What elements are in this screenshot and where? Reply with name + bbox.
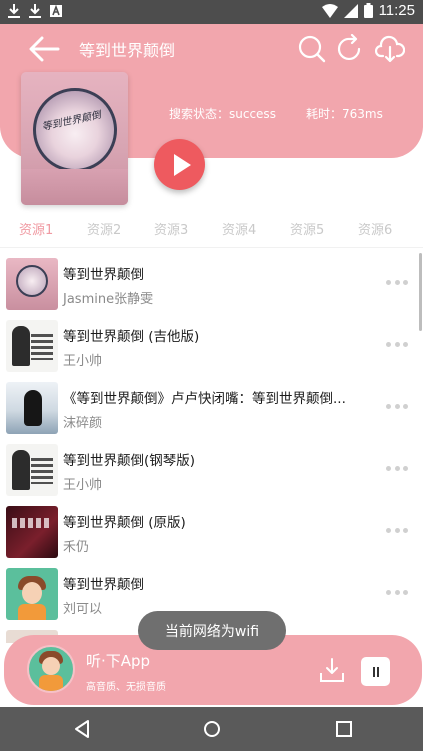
list-item[interactable]: 等到世界颠倒 (原版) 禾仍 [0, 501, 423, 563]
wifi-icon [321, 3, 338, 18]
battery-icon [363, 3, 373, 18]
back-nav-icon[interactable] [70, 717, 94, 741]
more-options-icon[interactable] [386, 404, 408, 410]
pause-button[interactable] [361, 657, 390, 686]
status-bar: 11:25 [0, 0, 423, 24]
song-title: 等到世界颠倒 (原版) [63, 515, 186, 531]
scrollbar[interactable] [419, 253, 422, 331]
tab-source-2[interactable]: 资源2 [87, 219, 121, 238]
play-button[interactable] [154, 139, 205, 190]
navigation-bar [0, 707, 423, 751]
song-title: 等到世界颠倒 (吉他版) [63, 329, 200, 345]
song-thumbnail [6, 382, 58, 434]
refresh-icon[interactable] [335, 34, 365, 64]
more-options-icon[interactable] [386, 590, 408, 596]
download-icon [29, 4, 41, 18]
more-options-icon[interactable] [386, 280, 408, 286]
search-status: 搜索状态：success [169, 107, 276, 121]
tab-source-1[interactable]: 资源1 [19, 219, 53, 238]
song-artist: 王小帅 [63, 478, 103, 493]
album-cover: 等到世界颠倒 [21, 72, 128, 205]
now-playing-avatar [27, 645, 75, 693]
list-item[interactable]: 等到世界颠倒(钢琴版) 王小帅 [0, 439, 423, 501]
song-thumbnail [6, 258, 58, 310]
pause-icon-bar [377, 667, 379, 677]
play-icon [174, 154, 191, 176]
song-thumbnail [6, 320, 58, 372]
back-arrow-icon[interactable] [28, 36, 60, 62]
list-item[interactable]: 等到世界颠倒 (吉他版) 王小帅 [0, 315, 423, 377]
tab-source-3[interactable]: 资源3 [154, 219, 188, 238]
song-title: 等到世界颠倒 [63, 267, 144, 283]
song-artist: 禾仍 [63, 540, 90, 555]
more-options-icon[interactable] [386, 342, 408, 348]
cover-band [21, 169, 128, 205]
toast-message: 当前网络为wifi [138, 611, 286, 650]
song-title: 等到世界颠倒 [63, 577, 144, 593]
page-title: 等到世界颠倒 [79, 41, 176, 60]
more-options-icon[interactable] [386, 528, 408, 534]
song-artist: 刘可以 [63, 602, 103, 617]
divider [0, 247, 423, 248]
song-thumbnail [6, 568, 58, 620]
download-icon [8, 4, 20, 18]
home-nav-icon[interactable] [200, 717, 224, 741]
pause-icon [373, 667, 375, 677]
cloud-download-icon[interactable] [375, 34, 405, 64]
tab-source-5[interactable]: 资源5 [290, 219, 324, 238]
song-artist: 王小帅 [63, 354, 103, 369]
song-list[interactable]: 等到世界颠倒 Jasmine张静雯 等到世界颠倒 (吉他版) 王小帅 《等到世界… [0, 253, 423, 643]
list-item[interactable]: 等到世界颠倒 Jasmine张静雯 [0, 253, 423, 315]
signal-icon [343, 3, 358, 18]
tab-source-4[interactable]: 资源4 [222, 219, 256, 238]
song-artist: 沫碎颜 [63, 416, 103, 431]
elapsed-time: 耗时：763ms [306, 107, 383, 121]
player-subtitle: 高音质、无损音质 [86, 682, 166, 693]
search-icon[interactable] [297, 34, 327, 64]
song-thumbnail [6, 444, 58, 496]
tab-source-6[interactable]: 资源6 [358, 219, 392, 238]
song-title: 《等到世界颠倒》卢卢快闭嘴：等到世界颠倒... [63, 391, 346, 407]
song-artist: Jasmine张静雯 [63, 292, 154, 307]
list-item[interactable]: 《等到世界颠倒》卢卢快闭嘴：等到世界颠倒... 沫碎颜 [0, 377, 423, 439]
a-icon [50, 5, 62, 17]
download-icon[interactable] [319, 657, 345, 683]
song-title: 等到世界颠倒(钢琴版) [63, 453, 196, 469]
recents-nav-icon[interactable] [332, 717, 356, 741]
clock: 11:25 [378, 2, 415, 19]
player-app-name: 听·下App [86, 652, 151, 670]
source-tabs: 资源1 资源2 资源3 资源4 资源5 资源6 [0, 219, 423, 241]
song-thumbnail [6, 506, 58, 558]
more-options-icon[interactable] [386, 466, 408, 472]
